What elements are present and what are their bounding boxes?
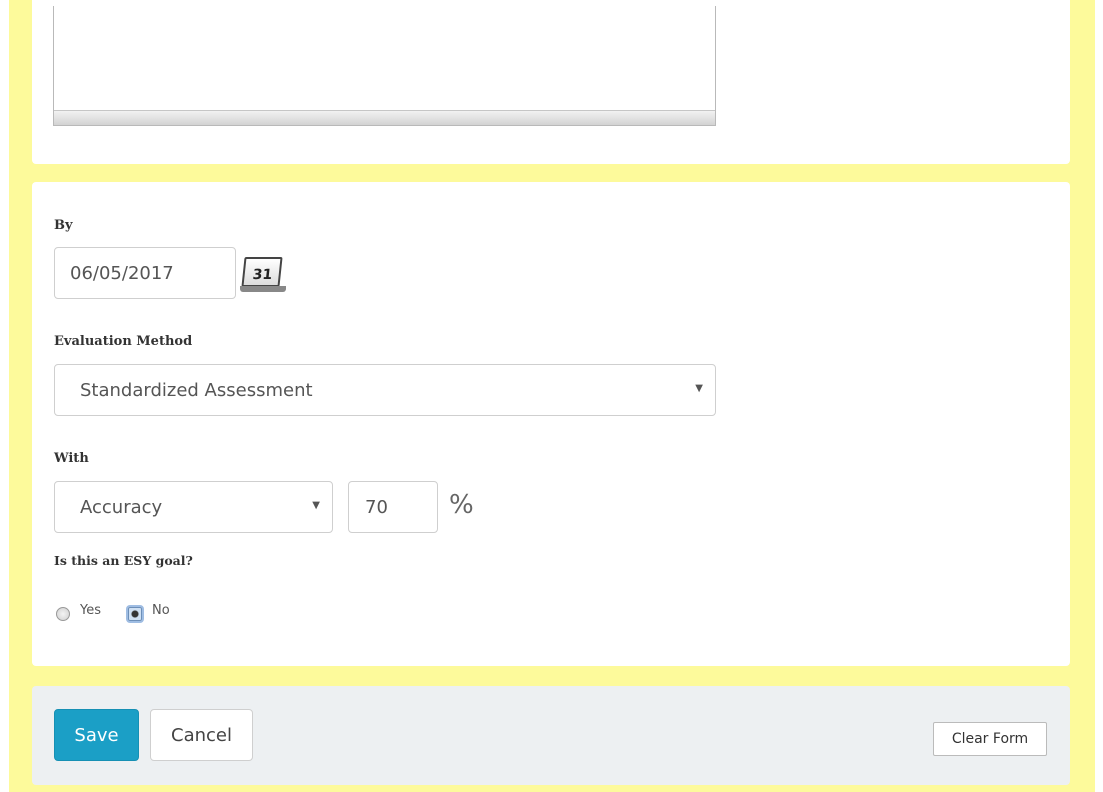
chevron-down-icon: ▼ <box>695 383 703 394</box>
calendar-icon[interactable]: 31 <box>240 253 286 293</box>
by-date-input[interactable]: 06/05/2017 <box>54 247 236 299</box>
esy-yes-label[interactable]: Yes <box>80 603 101 618</box>
save-button[interactable]: Save <box>54 709 139 761</box>
evaluation-method-select[interactable]: Standardized Assessment ▼ <box>54 364 716 416</box>
calendar-icon-base <box>240 286 286 292</box>
esy-goal-label: Is this an ESY goal? <box>54 553 193 568</box>
with-select[interactable]: Accuracy ▼ <box>54 481 333 533</box>
description-textarea[interactable] <box>53 6 716 126</box>
with-label: With <box>54 451 89 466</box>
percent-sign: % <box>449 490 474 520</box>
percent-input[interactable]: 70 <box>348 481 438 533</box>
calendar-day-number: 31 <box>251 267 274 283</box>
by-label: By <box>54 218 73 233</box>
esy-yes-radio[interactable] <box>56 607 70 621</box>
clear-form-button[interactable]: Clear Form <box>933 722 1047 756</box>
evaluation-method-value: Standardized Assessment <box>80 379 313 401</box>
esy-no-radio[interactable] <box>128 607 142 621</box>
evaluation-method-label: Evaluation Method <box>54 334 193 349</box>
cancel-button[interactable]: Cancel <box>150 709 253 761</box>
esy-no-label[interactable]: No <box>152 603 170 618</box>
chevron-down-icon: ▼ <box>312 500 320 511</box>
calendar-icon-body: 31 <box>241 257 283 287</box>
horizontal-scrollbar[interactable] <box>54 110 715 125</box>
with-value: Accuracy <box>80 496 163 518</box>
